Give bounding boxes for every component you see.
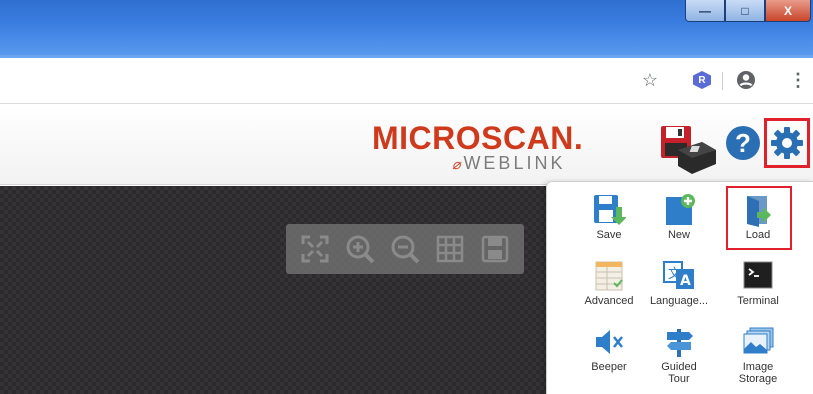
help-icon[interactable]: ? [726, 126, 760, 160]
browser-toolbar: ☆ R ⋮ [0, 58, 813, 104]
menu-item-label: Language... [649, 295, 709, 307]
minimize-button[interactable]: — [685, 0, 725, 22]
browser-menu-icon[interactable]: ⋮ [786, 68, 810, 92]
extension-badge: R [693, 71, 711, 89]
save-image-icon[interactable] [478, 232, 512, 266]
reader-device-icon[interactable] [672, 140, 718, 176]
advanced-icon [592, 259, 626, 293]
menu-item-advanced[interactable]: Advanced [578, 259, 640, 307]
account-icon[interactable] [734, 68, 758, 92]
grid-icon[interactable] [433, 232, 467, 266]
menu-item-image-storage[interactable]: Image Storage [727, 325, 789, 385]
menu-item-label: Terminal [737, 295, 779, 307]
menu-item-label: Image Storage [738, 361, 778, 385]
save-icon [592, 193, 626, 227]
menu-item-save[interactable]: Save [578, 193, 640, 241]
image-storage-icon [741, 325, 775, 359]
terminal-icon [741, 259, 775, 293]
weblink-text: WEBLINK [463, 153, 566, 173]
load-highlight-box [726, 186, 792, 250]
zoom-out-icon[interactable] [388, 232, 422, 266]
beeper-icon [592, 325, 626, 359]
address-bar[interactable] [0, 61, 790, 101]
settings-gear-icon[interactable] [764, 118, 810, 168]
menu-item-language[interactable]: 文A Language... [648, 259, 710, 307]
fit-icon[interactable] [298, 232, 332, 266]
star-icon[interactable]: ☆ [638, 68, 662, 92]
extension-icon[interactable]: R [690, 68, 714, 92]
zoom-toolbar [286, 224, 524, 274]
window-controls: — □ X [685, 0, 811, 22]
menu-item-label: New [667, 229, 690, 241]
weblink-mark: ⌀ [452, 156, 461, 172]
menu-item-label: Guided Tour [661, 361, 697, 385]
window-titlebar: — □ X [0, 0, 813, 58]
toolbar-divider [722, 72, 723, 90]
menu-item-label: Advanced [584, 295, 634, 307]
menu-item-guided-tour[interactable]: Guided Tour [648, 325, 710, 385]
svg-text:A: A [680, 273, 691, 289]
guided-tour-icon [662, 325, 696, 359]
menu-item-terminal[interactable]: Terminal [727, 259, 789, 307]
menu-item-label: Save [596, 229, 622, 241]
menu-item-label: Beeper [591, 361, 627, 373]
close-button[interactable]: X [765, 0, 811, 22]
zoom-in-icon[interactable] [343, 232, 377, 266]
maximize-button[interactable]: □ [725, 0, 765, 22]
menu-item-new[interactable]: New [648, 193, 710, 241]
weblink-logo: ⌀ WEBLINK [452, 153, 565, 174]
menu-item-beeper[interactable]: Beeper [578, 325, 640, 373]
new-icon [662, 193, 696, 227]
language-icon: 文A [662, 259, 696, 293]
microscan-logo: MICROSCAN. [372, 120, 584, 156]
